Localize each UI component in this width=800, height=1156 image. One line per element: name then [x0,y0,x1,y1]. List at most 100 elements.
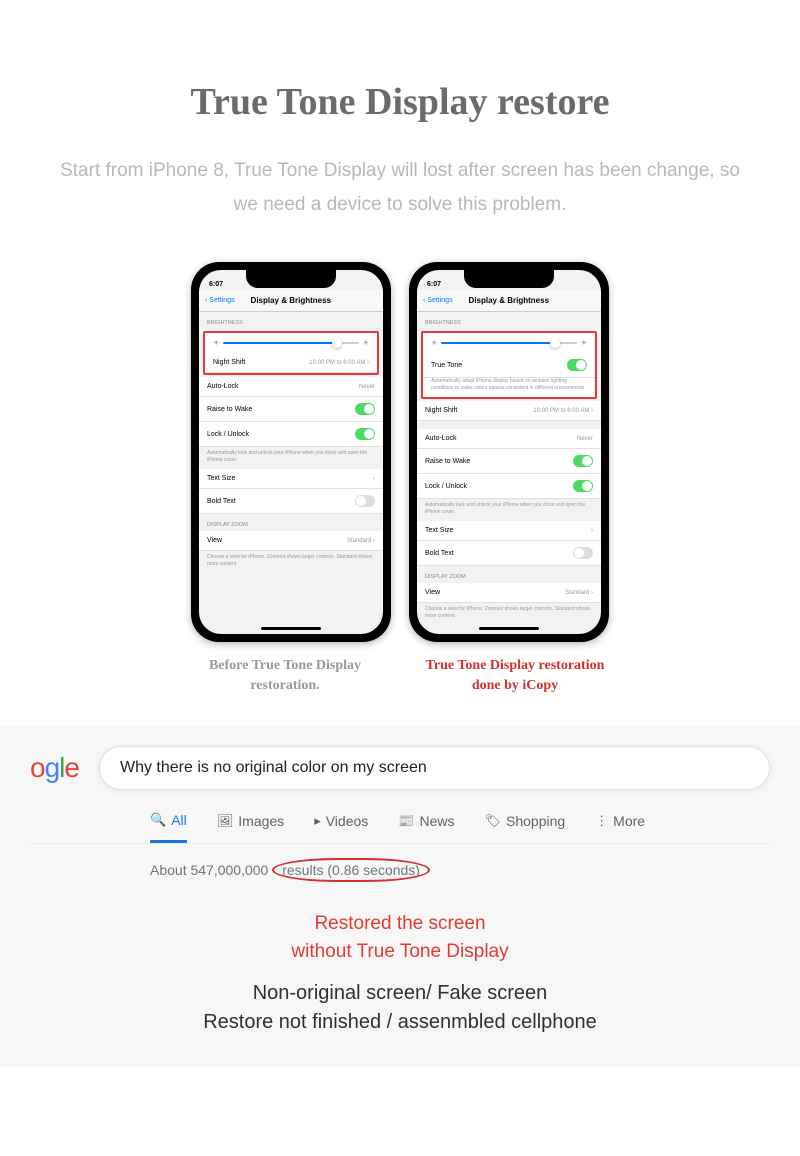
sun-bright-icon: ☀ [363,339,369,347]
tab-videos-label: Videos [326,813,369,829]
view-desc: Choose a view for iPhone. Zoomed shows l… [199,551,383,573]
phone-screen: 6:07 ‹ Settings Display & Brightness BRI… [417,270,601,634]
true-tone-row[interactable]: True Tone [423,353,595,378]
google-logo[interactable]: ogle [30,752,79,784]
tab-all[interactable]: 🔍 All [150,812,187,843]
nav-bar: ‹ Settings Display & Brightness [417,290,601,312]
callout-black: Non-original screen/ Fake screen Restore… [30,979,770,1037]
view-value: Standard › [565,590,593,596]
true-tone-toggle[interactable] [567,359,587,371]
black-line-1: Non-original screen/ Fake screen [253,982,548,1004]
raise-toggle[interactable] [355,403,375,415]
raise-toggle[interactable] [573,455,593,467]
nav-title: Display & Brightness [205,296,377,305]
phone-screen: 6:07 ‹ Settings Display & Brightness BRI… [199,270,383,634]
red-line-1: Restored the screen [314,913,485,934]
zoom-header: DISPLAY ZOOM [199,514,383,531]
caption-before: Before True Tone Display restoration. [185,656,385,695]
tab-all-label: All [171,812,187,828]
true-tone-desc: Automatically adapt iPhone display based… [423,378,595,397]
night-shift-row[interactable]: Night Shift 10:00 PM to 6:00 AM › [417,401,601,421]
brightness-slider-row[interactable]: ☀ ☀ [423,333,595,353]
news-icon: 📰 [398,813,414,829]
view-desc: Choose a view for iPhone. Zoomed shows l… [417,603,601,625]
auto-lock-row[interactable]: Auto-Lock Never [417,429,601,449]
more-icon: ⋮ [595,813,608,829]
chevron-icon: › [591,528,593,534]
sun-dim-icon: ☀ [213,339,219,347]
view-label: View [207,537,222,544]
tab-shopping[interactable]: 🏷Shopping [484,813,565,841]
red-line-2: without True Tone Display [291,941,508,962]
google-search-section: ogle Why there is no original color on m… [0,726,800,1067]
tab-news-label: News [419,813,454,829]
highlight-after: ☀ ☀ True Tone Automatically adapt iPhone… [421,331,597,399]
raise-to-wake-row[interactable]: Raise to Wake [417,449,601,474]
status-time: 6:07 [427,281,441,288]
phone-notch [464,270,554,288]
bold-text-row[interactable]: Bold Text [199,489,383,514]
text-size-row[interactable]: Text Size › [417,521,601,541]
phone-notch [246,270,336,288]
view-row[interactable]: View Standard › [417,583,601,603]
phone-before: 6:07 ‹ Settings Display & Brightness BRI… [191,262,391,642]
sun-bright-icon: ☀ [581,339,587,347]
brightness-slider[interactable] [441,342,576,344]
google-header: ogle Why there is no original color on m… [30,746,770,790]
auto-lock-label: Auto-Lock [207,383,239,390]
text-size-row[interactable]: Text Size › [199,469,383,489]
night-shift-row[interactable]: Night Shift 10:00 PM to 6:00 AM › [205,353,377,373]
lock-toggle[interactable] [573,480,593,492]
auto-lock-value: Never [359,384,375,390]
brightness-slider[interactable] [223,342,358,344]
bold-toggle[interactable] [355,495,375,507]
auto-lock-label: Auto-Lock [425,435,457,442]
image-icon: 🖼 [217,813,234,829]
lock-unlock-label: Lock / Unlock [207,431,249,438]
true-tone-label: True Tone [431,362,462,369]
brightness-slider-row[interactable]: ☀ ☀ [205,333,377,353]
night-shift-value: 10:00 PM to 6:00 AM › [533,408,593,414]
tab-more[interactable]: ⋮ More [595,813,645,841]
tab-images[interactable]: 🖼Images [217,813,284,841]
status-time: 6:07 [209,281,223,288]
brightness-header: BRIGHTNESS [417,312,601,329]
results-count: About 547,000,000 [150,862,268,878]
tab-more-label: More [613,813,645,829]
phone-captions: Before True Tone Display restoration. Tr… [30,656,770,695]
view-label: View [425,589,440,596]
bold-text-label: Bold Text [207,498,236,505]
bold-toggle[interactable] [573,547,593,559]
tab-videos[interactable]: ▸ Videos [314,813,368,841]
search-icon: 🔍 [150,812,166,828]
lock-unlock-row[interactable]: Lock / Unlock [417,474,601,499]
bold-text-row[interactable]: Bold Text [417,541,601,566]
video-icon: ▸ [314,813,321,829]
sun-dim-icon: ☀ [431,339,437,347]
auto-lock-row[interactable]: Auto-Lock Never [199,377,383,397]
raise-to-wake-label: Raise to Wake [425,458,470,465]
caption-after: True Tone Display restoration done by iC… [415,656,615,695]
search-input[interactable]: Why there is no original color on my scr… [99,746,770,790]
google-tabs: 🔍 All 🖼Images ▸ Videos 📰 News 🏷Shopping ⋮ Mo… [30,800,770,844]
brightness-header: BRIGHTNESS [199,312,383,329]
view-row[interactable]: View Standard › [199,531,383,551]
raise-to-wake-row[interactable]: Raise to Wake [199,397,383,422]
black-line-2: Restore not finished / assenmbled cellph… [203,1011,597,1033]
home-indicator[interactable] [479,627,539,630]
lock-desc: Automatically lock and unlock your iPhon… [199,447,383,469]
night-shift-label: Night Shift [425,407,457,414]
lock-unlock-row[interactable]: Lock / Unlock [199,422,383,447]
chevron-icon: › [373,476,375,482]
text-size-label: Text Size [207,475,235,482]
text-size-label: Text Size [425,527,453,534]
tab-images-label: Images [238,813,284,829]
page-title: True Tone Display restore [30,80,770,124]
lock-toggle[interactable] [355,428,375,440]
page-subtitle: Start from iPhone 8, True Tone Display w… [50,154,750,222]
view-value: Standard › [347,538,375,544]
home-indicator[interactable] [261,627,321,630]
raise-to-wake-label: Raise to Wake [207,406,252,413]
results-stats: About 547,000,000 results (0.86 seconds) [30,844,770,892]
tab-news[interactable]: 📰 News [398,813,454,841]
